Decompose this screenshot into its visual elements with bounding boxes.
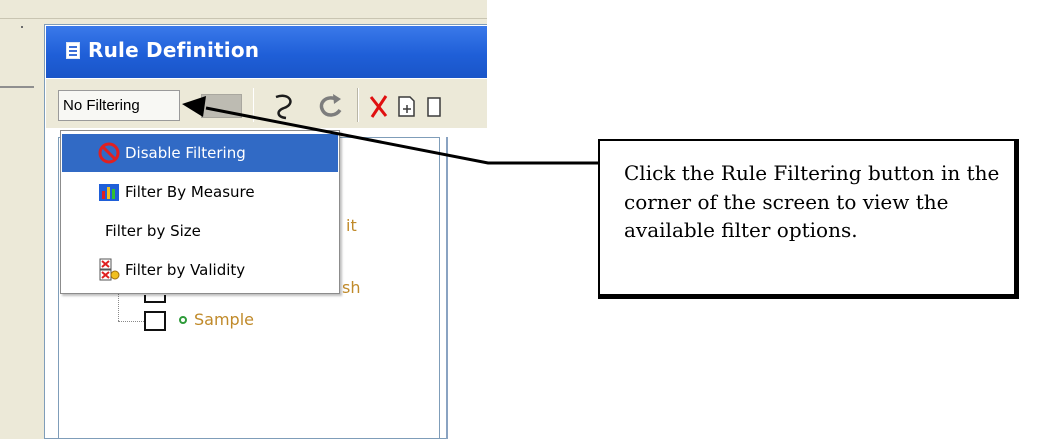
menu-item-label: Filter by Validity <box>125 261 246 279</box>
callout-box: Click the Rule Filtering button in the c… <box>598 139 1019 299</box>
menu-item-disable-filtering[interactable]: Disable Filtering <box>62 134 338 172</box>
tree-connector <box>118 294 119 321</box>
menu-item-label: Filter By Measure <box>125 183 255 201</box>
menu-item-filter-by-validity[interactable]: Filter by Validity <box>62 251 338 289</box>
tree-connector <box>118 321 144 322</box>
callout-text: Click the Rule Filtering button in the c… <box>624 161 1000 242</box>
tree-item-fragment: it <box>346 216 357 235</box>
undo-icon[interactable] <box>275 94 292 120</box>
toolbar-separator-2 <box>357 88 359 122</box>
no-entry-icon <box>98 142 120 164</box>
tree-item-label[interactable]: Sample <box>194 310 254 329</box>
delete-icon[interactable] <box>369 95 388 118</box>
filter-menu: Disable Filtering Filter By Measure Filt… <box>60 130 340 294</box>
tree-checkbox[interactable] <box>144 311 166 331</box>
copy-rule-icon[interactable] <box>427 97 441 117</box>
bar-chart-icon <box>99 184 119 201</box>
new-rule-icon[interactable] <box>398 96 415 117</box>
menu-item-label: Filter by Size <box>105 222 201 240</box>
redo-icon[interactable] <box>319 94 342 117</box>
menu-item-label: Disable Filtering <box>125 144 246 162</box>
menu-item-filter-by-size[interactable]: Filter by Size <box>62 212 338 250</box>
tree-checkbox[interactable] <box>144 295 166 303</box>
rule-detail-pane[interactable] <box>446 137 487 439</box>
tree-item-fragment: sh <box>342 278 361 297</box>
validity-icon <box>99 258 120 281</box>
menu-item-filter-by-measure[interactable]: Filter By Measure <box>62 173 338 211</box>
rule-status-icon <box>179 316 187 324</box>
